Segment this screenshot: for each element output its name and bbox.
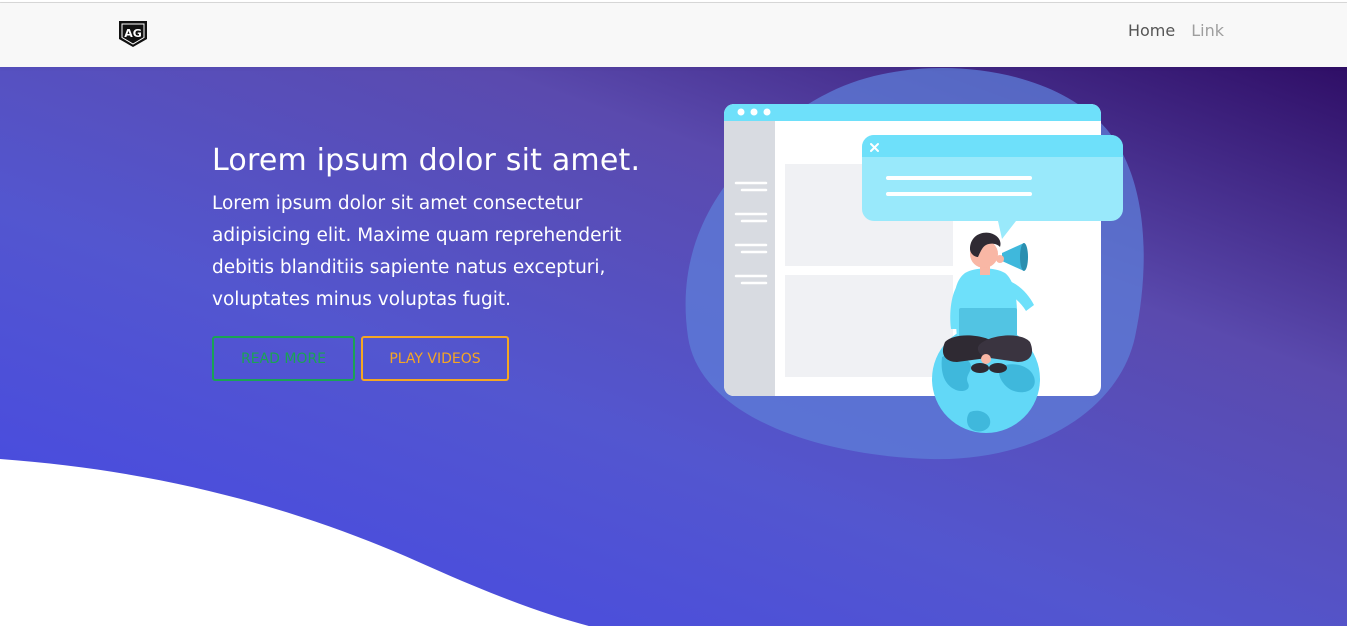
play-videos-button[interactable]: PLAY VIDEOS <box>361 336 509 381</box>
hero-title: Lorem ipsum dolor sit amet. <box>212 143 641 178</box>
page: AG Home Link Lorem ipsum dolor sit amet.… <box>0 0 1347 626</box>
read-more-button[interactable]: READ MORE <box>212 336 355 381</box>
hero-buttons: READ MORE PLAY VIDEOS <box>212 336 509 381</box>
hero-illustration <box>685 68 1144 460</box>
nav-link-home[interactable]: Home <box>1128 21 1175 40</box>
svg-text:AG: AG <box>124 27 142 40</box>
navbar: AG Home Link <box>0 3 1347 67</box>
nav-link-link[interactable]: Link <box>1191 21 1224 40</box>
hero-text-block: Lorem ipsum dolor sit amet. Lorem ipsum … <box>212 143 682 316</box>
ag-shield-logo-icon: AG <box>119 21 147 47</box>
brand-logo[interactable]: AG <box>118 19 148 49</box>
nav-links: Home Link <box>1128 21 1224 40</box>
hero-description: Lorem ipsum dolor sit amet consectetur a… <box>212 193 622 310</box>
